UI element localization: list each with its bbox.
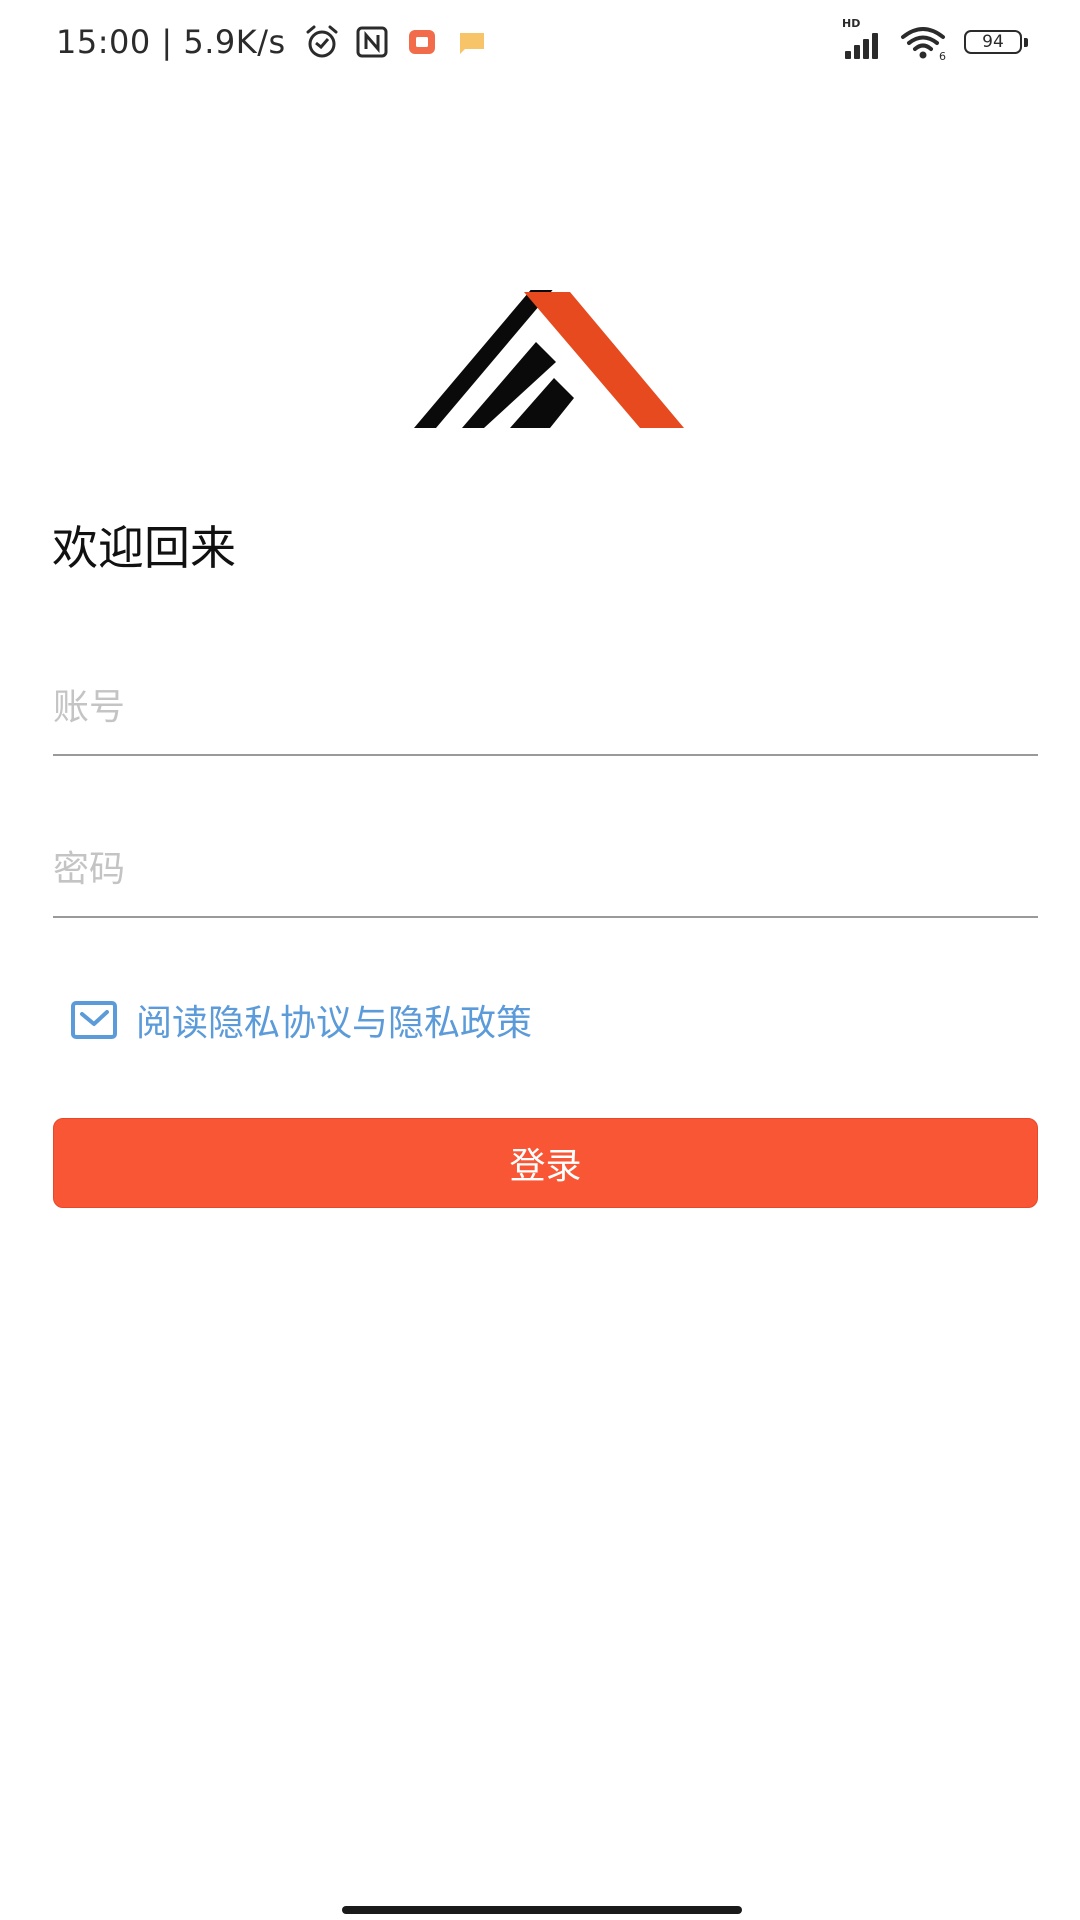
signal-bar [845,51,851,59]
agreement-checkbox[interactable] [70,1000,118,1040]
status-right: HD 6 94 [842,17,1028,66]
account-input[interactable] [53,664,1038,750]
app-logo [414,290,684,428]
status-left: 15:00 | 5.9K/s [56,18,494,66]
status-time-speed: 15:00 | 5.9K/s [56,23,286,61]
battery-cap [1024,37,1028,47]
login-button-label: 登录 [509,1146,582,1187]
nfc-icon [350,20,394,64]
status-icons-left [294,20,494,64]
agreement-row: 阅读隐私协议与隐私政策 [70,994,532,1046]
login-button[interactable]: 登录 [53,1118,1038,1208]
alarm-icon [300,20,344,64]
signal-bar [872,33,878,59]
app-notification-icon [400,20,444,64]
status-bar: 15:00 | 5.9K/s HD 6 94 [0,0,1080,86]
signal-icon: HD [842,17,878,59]
account-field [53,664,1038,756]
battery-level: 94 [964,30,1022,54]
battery-icon: 94 [964,30,1028,54]
signal-bar [863,39,869,59]
signal-bar [854,45,860,59]
page-title: 欢迎回来 [52,521,236,575]
password-input[interactable] [53,826,1038,912]
home-indicator[interactable] [342,1906,742,1914]
wifi-icon: 6 [898,20,950,64]
wifi-label: 6 [939,50,946,61]
hd-label: HD [842,17,861,30]
password-field [53,826,1038,918]
agreement-link[interactable]: 阅读隐私协议与隐私政策 [136,994,532,1046]
message-notification-icon [450,20,494,64]
